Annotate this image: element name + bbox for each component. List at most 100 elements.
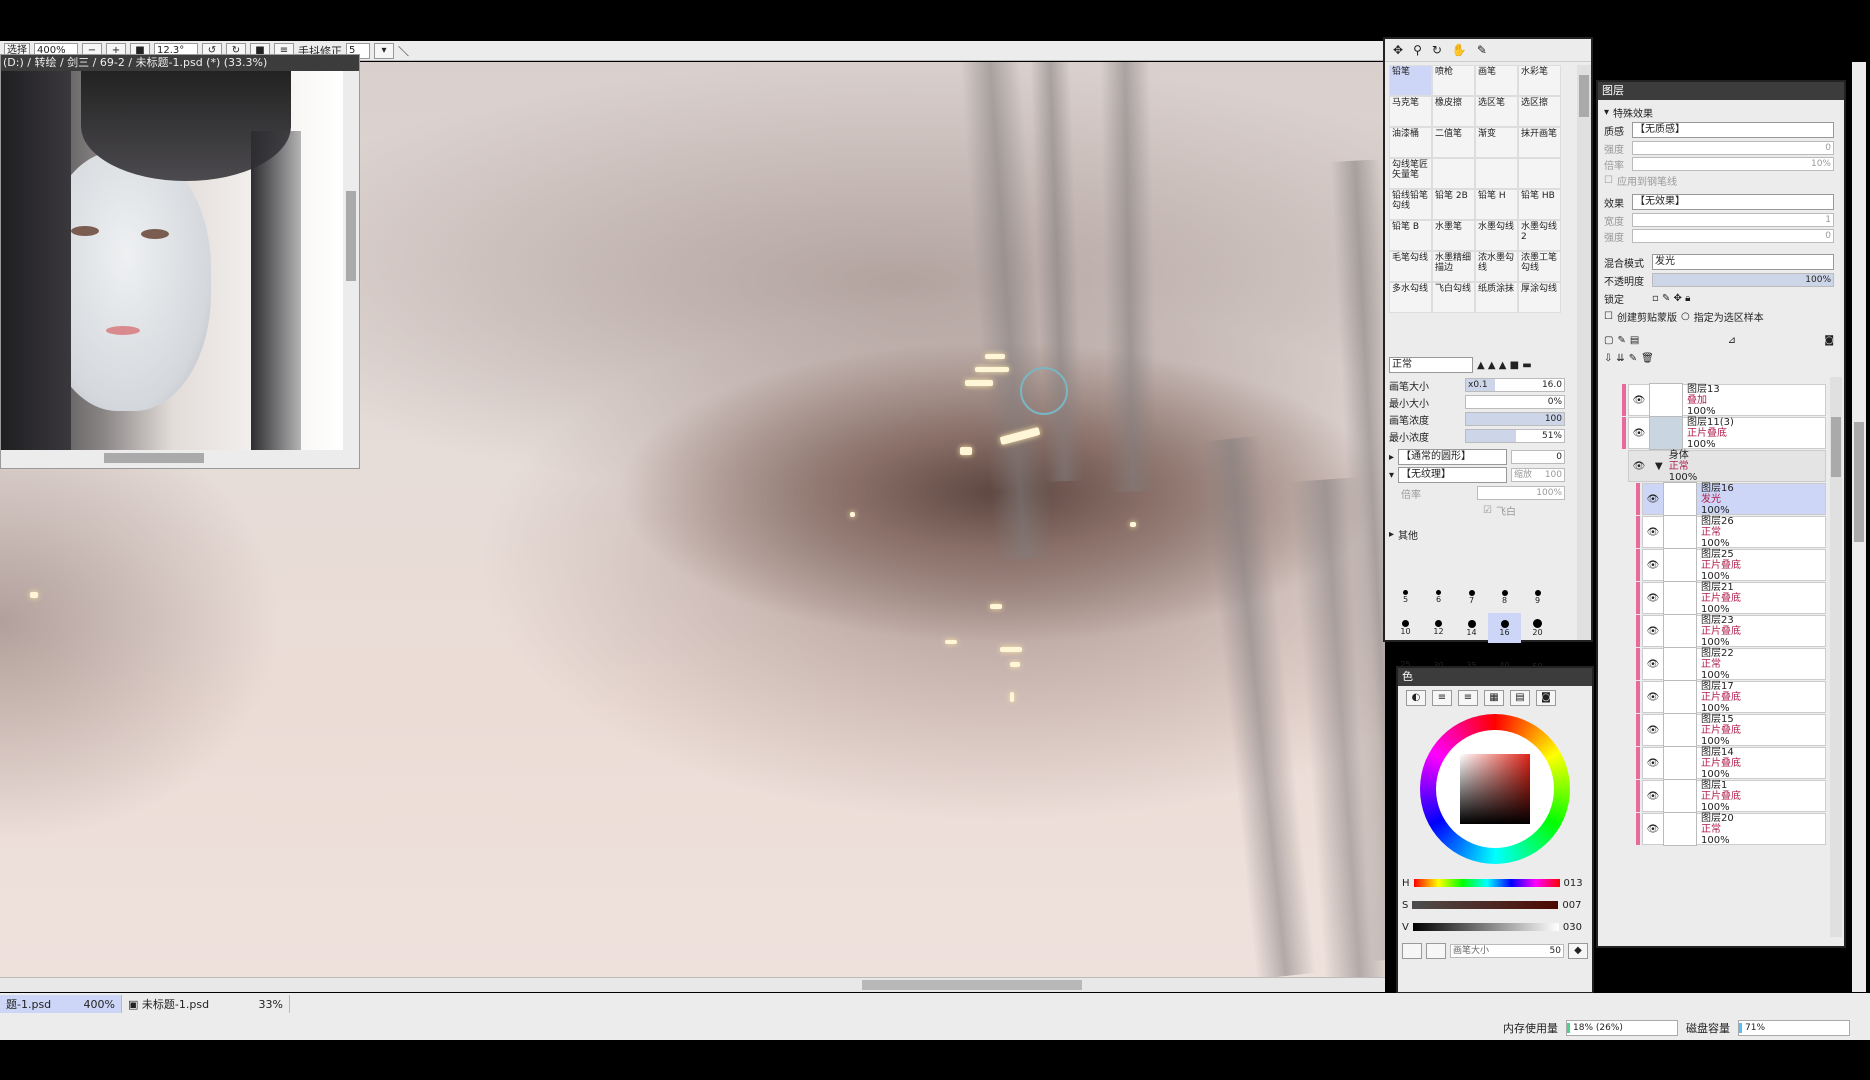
saturation-slider[interactable]	[1412, 901, 1559, 909]
opacity-slider[interactable]: 100%	[1652, 273, 1834, 287]
canvas-horizontal-scrollbar[interactable]	[0, 977, 1385, 992]
visibility-eye-icon[interactable]: 👁︎	[1643, 527, 1663, 538]
brush-slot[interactable]: 浓水墨勾线	[1475, 251, 1518, 282]
mask-icon[interactable]: ◙	[1824, 335, 1834, 346]
layer-row[interactable]: 👁︎ 图层17 正片叠底 100%	[1642, 680, 1826, 714]
blend-mode-select[interactable]: 发光	[1652, 254, 1834, 270]
brush-size-slider[interactable]: x0.1 16.0	[1465, 378, 1565, 392]
value-slider[interactable]	[1412, 923, 1559, 931]
navigator-vertical-scrollbar[interactable]	[343, 71, 359, 450]
min-density-slider[interactable]: 51%	[1465, 429, 1565, 443]
scratchpad-tab-icon[interactable]: ▤	[1510, 690, 1530, 706]
expand-icon[interactable]: ▸	[1389, 529, 1394, 540]
width-slider[interactable]: 1	[1632, 213, 1834, 227]
right-vertical-scrollbar[interactable]	[1852, 62, 1866, 992]
brush-slot[interactable]: 飞白勾线	[1432, 282, 1475, 313]
scrollbar-thumb[interactable]	[1579, 75, 1589, 117]
brush-slot[interactable]: 纸质涂抹	[1475, 282, 1518, 313]
brush-size-preset[interactable]: 10	[1389, 613, 1422, 643]
new-folder-icon[interactable]: ▤	[1630, 335, 1639, 346]
visibility-eye-icon[interactable]: 👁︎	[1643, 659, 1663, 670]
brush-slot[interactable]: 铅笔 HB	[1518, 189, 1561, 220]
layer-row[interactable]: 👁︎ 图层20 正常 100%	[1642, 812, 1826, 846]
transfer-down-icon[interactable]: ⇩	[1604, 353, 1612, 364]
visibility-eye-icon[interactable]: 👁︎	[1629, 461, 1649, 472]
brush-size-preset[interactable]: 14	[1455, 613, 1488, 643]
brush-slot-empty[interactable]	[1518, 158, 1561, 189]
collapse-icon[interactable]: ▾	[1604, 107, 1609, 118]
eyedropper-tool-icon[interactable]: ✎	[1477, 43, 1487, 57]
hue-slider[interactable]	[1413, 879, 1560, 887]
move-tool-icon[interactable]: ✥	[1393, 43, 1403, 57]
visibility-eye-icon[interactable]: 👁︎	[1643, 692, 1663, 703]
lock-icons[interactable]: ▫ ✎ ✥ 🔒︎	[1652, 293, 1690, 304]
scrollbar-thumb[interactable]	[104, 453, 204, 463]
layer-folder[interactable]: 👁︎ ▼ 身体 正常 100%	[1628, 450, 1826, 483]
texture-select[interactable]: 【无纹理】	[1398, 467, 1507, 483]
brush-slot[interactable]: 铅笔 B	[1389, 220, 1432, 251]
brush-size-preset[interactable]: 16	[1488, 613, 1521, 643]
brush-slot[interactable]: 铅笔 2B	[1432, 189, 1475, 220]
brush-slot[interactable]: 毛笔勾线	[1389, 251, 1432, 282]
scrollbar-thumb[interactable]	[862, 980, 1082, 990]
shape-select[interactable]: 【通常的圆形】	[1398, 449, 1507, 465]
navigator-preview[interactable]	[1, 71, 343, 450]
bg-color-swatch[interactable]	[1426, 943, 1446, 959]
saturation-value-square[interactable]	[1460, 754, 1530, 824]
navigator-horizontal-scrollbar[interactable]	[1, 450, 343, 466]
density-slider[interactable]: 100	[1465, 412, 1565, 426]
layer-row[interactable]: 👁︎ 图层21 正片叠底 100%	[1642, 581, 1826, 615]
min-size-slider[interactable]: 0%	[1465, 395, 1565, 409]
scrollbar-thumb[interactable]	[1854, 422, 1864, 542]
visibility-eye-icon[interactable]: 👁︎	[1643, 626, 1663, 637]
brush-slot[interactable]: 画笔	[1475, 65, 1518, 96]
scale-slider[interactable]: 10%	[1632, 157, 1834, 171]
doc-tab-1[interactable]: 题-1.psd 400%	[0, 995, 122, 1013]
brush-slot-empty[interactable]	[1432, 158, 1475, 189]
brush-size-preset[interactable]: 20	[1521, 613, 1554, 643]
palette-tab-icon[interactable]: ◙	[1536, 690, 1556, 706]
texture-scale-slider[interactable]: 缩放 100	[1511, 468, 1565, 482]
zoom-tool-icon[interactable]: ⚲	[1413, 43, 1422, 57]
brush-slot[interactable]: 马克笔	[1389, 96, 1432, 127]
color-settings-icon[interactable]: ◆	[1568, 943, 1588, 959]
layer-row[interactable]: 👁︎ 图层25 正片叠底 100%	[1642, 548, 1826, 582]
brush-slot[interactable]: 铅笔	[1389, 65, 1432, 96]
brush-panel-scrollbar[interactable]	[1577, 65, 1591, 640]
brush-slot[interactable]: 浓墨工笔勾线	[1518, 251, 1561, 282]
clip-checkbox[interactable]: ☐	[1604, 311, 1613, 322]
doc-tab-2[interactable]: ▣ 未标题-1.psd 33%	[122, 995, 290, 1013]
brush-slot[interactable]: 选区笔	[1475, 96, 1518, 127]
brush-mode-select[interactable]: 正常	[1389, 357, 1473, 373]
layer-row[interactable]: 👁︎ 图层1 正片叠底 100%	[1642, 779, 1826, 813]
layer-list-scrollbar[interactable]	[1830, 377, 1842, 937]
brush-slot[interactable]: 选区擦	[1518, 96, 1561, 127]
visibility-eye-icon[interactable]: 👁︎	[1643, 560, 1663, 571]
rotate-tool-icon[interactable]: ↻	[1432, 43, 1442, 57]
folder-expand-icon[interactable]: ▼	[1655, 461, 1663, 472]
brush-size-preset[interactable]: 5	[1389, 582, 1422, 612]
brush-slot[interactable]: 油漆桶	[1389, 127, 1432, 158]
brush-size-preset[interactable]: 12	[1422, 613, 1455, 643]
brush-size-preset[interactable]: 6	[1422, 582, 1455, 612]
merge-down-icon[interactable]: ⇊	[1616, 353, 1624, 364]
brush-slot[interactable]: 抹开画笔	[1518, 127, 1561, 158]
brush-slot[interactable]: 铅线铅笔勾线	[1389, 189, 1432, 220]
color-wheel[interactable]	[1420, 714, 1570, 864]
apply-checkbox[interactable]: ☐	[1604, 175, 1613, 186]
stabilizer-dropdown[interactable]: ▾	[374, 42, 394, 59]
brush-slot[interactable]: 喷枪	[1432, 65, 1475, 96]
effect-select[interactable]: 【无效果】	[1632, 194, 1834, 210]
brush-slot[interactable]: 勾线笔匠矢量笔	[1389, 158, 1432, 189]
color-wheel-tab-icon[interactable]: ◐	[1406, 690, 1426, 706]
rgb-slider-tab-icon[interactable]: ≡	[1432, 690, 1452, 706]
texture-select[interactable]: 【无质感】	[1632, 122, 1834, 138]
brush-slot[interactable]: 厚涂勾线	[1518, 282, 1561, 313]
brush-slot[interactable]: 二值笔	[1432, 127, 1475, 158]
expand-icon[interactable]: ▸	[1389, 452, 1394, 463]
multiplier-slider[interactable]: 100%	[1477, 486, 1565, 500]
visibility-eye-icon[interactable]: 👁︎	[1643, 725, 1663, 736]
brush-slot[interactable]: 铅笔 H	[1475, 189, 1518, 220]
line-tool-icon[interactable]: ＼	[398, 43, 409, 59]
layer-row[interactable]: 👁︎ 图层22 正常 100%	[1642, 647, 1826, 681]
